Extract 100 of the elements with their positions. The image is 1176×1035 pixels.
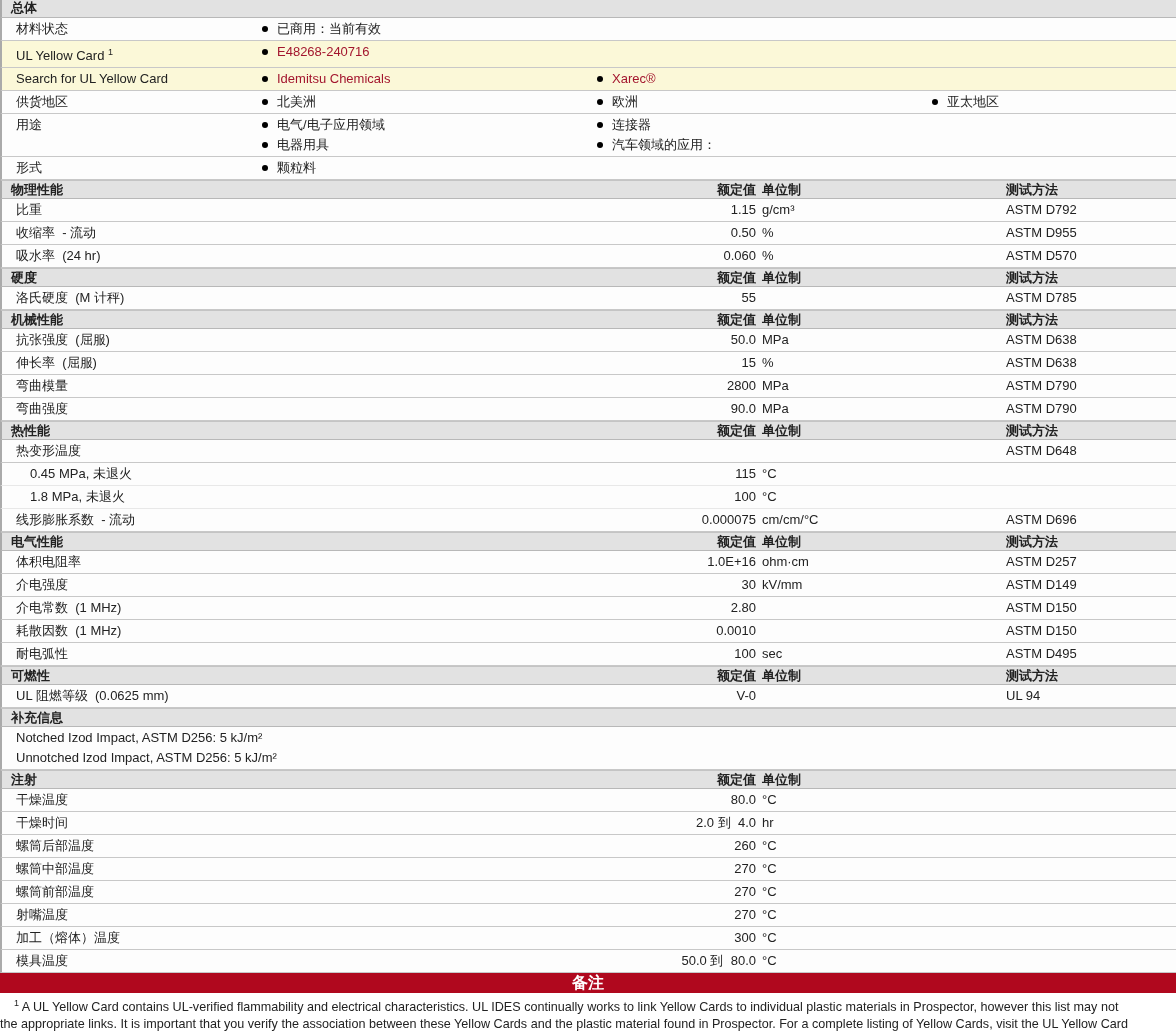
property-name: 抗张强度 (屈服) [15, 331, 111, 350]
bullet-icon [597, 142, 603, 149]
property-name: 螺筒中部温度 [15, 860, 95, 879]
link[interactable]: Xarec® [612, 70, 656, 89]
unit-label: % [761, 247, 775, 266]
section-title: 热性能 [10, 422, 51, 440]
property-value: 115 [734, 465, 756, 484]
column-header: 单位制 [761, 533, 802, 551]
remarks-title: 备注 [572, 974, 604, 992]
unit-label: °C [761, 488, 778, 507]
property-name: 加工（熔体）温度 [15, 929, 121, 948]
property-name: UL 阻燃等级 (0.0625 mm) [15, 687, 170, 706]
unit-label: °C [761, 929, 778, 948]
property-name: 体积电阻率 [15, 553, 82, 572]
test-method: UL 94 [1006, 687, 1042, 706]
property-value: 15 [740, 354, 756, 373]
test-method: ASTM D648 [1006, 442, 1078, 461]
section-title: 硬度 [10, 269, 38, 287]
list-item-text: 电器用具 [277, 136, 329, 155]
property-value: 1.0E+16 [706, 553, 756, 572]
section-title: 可燃性 [10, 667, 51, 685]
list-item-text: 汽车领域的应用： [612, 136, 716, 155]
column-header: 额定值 [716, 667, 756, 685]
property-name: 比重 [15, 201, 43, 220]
property-name: 吸水率 (24 hr) [15, 247, 102, 266]
link[interactable]: Idemitsu Chemicals [277, 70, 391, 89]
unit-label: sec [761, 645, 784, 664]
property-value: 30 [740, 576, 756, 595]
column-header: 单位制 [761, 771, 802, 789]
property-value: 50.0 到 80.0 [680, 952, 756, 971]
column-header: 测试方法 [1006, 311, 1059, 329]
column-header: 单位制 [761, 422, 802, 440]
column-header: 测试方法 [1006, 269, 1059, 287]
property-value: 260 [733, 837, 756, 856]
test-method: ASTM D149 [1006, 576, 1078, 595]
note-text: Unnotched Izod Impact, ASTM D256: 5 kJ/m² [15, 749, 278, 768]
bullet-icon [262, 142, 268, 149]
list-item-text: 颗粒料 [277, 159, 316, 178]
property-name: 介电强度 [15, 576, 69, 595]
property-name: 耐电弧性 [15, 645, 69, 664]
column-header: 测试方法 [1006, 422, 1059, 440]
column-header: 单位制 [761, 311, 802, 329]
test-method: ASTM D570 [1006, 247, 1078, 266]
section-title: 机械性能 [9, 311, 64, 329]
property-name: 射嘴温度 [15, 906, 69, 925]
list-item-text: 北美洲 [277, 93, 316, 112]
column-header: 测试方法 [1006, 181, 1059, 199]
property-name: 介电常数 (1 MHz) [15, 599, 123, 618]
property-name: 0.45 MPa, 未退火 [29, 465, 133, 484]
unit-label: °C [761, 837, 778, 856]
unit-label: cm/cm/°C [761, 511, 820, 530]
bullet-icon [262, 76, 268, 83]
property-name: 1.8 MPa, 未退火 [29, 488, 126, 507]
property-name: 材料状态 [15, 20, 69, 38]
property-name: 弯曲强度 [15, 400, 69, 419]
bullet-icon [262, 122, 268, 129]
property-value: 270 [733, 906, 756, 925]
property-name: 模具温度 [15, 952, 69, 971]
property-value: 300 [733, 929, 756, 948]
property-value: 0.0010 [715, 622, 756, 641]
bullet-icon [932, 99, 938, 106]
bullet-icon [262, 165, 268, 172]
property-value: 2800 [726, 377, 756, 396]
test-method: ASTM D150 [1006, 599, 1078, 618]
column-header: 单位制 [761, 269, 802, 287]
test-method: ASTM D790 [1006, 377, 1078, 396]
test-method: ASTM D785 [1006, 289, 1078, 308]
property-value: 0.060 [722, 247, 756, 266]
unit-label: g/cm³ [761, 201, 796, 220]
column-header: 单位制 [761, 667, 802, 685]
column-header: 额定值 [716, 269, 756, 287]
property-value: 100 [733, 645, 756, 664]
test-method: ASTM D790 [1006, 400, 1078, 419]
property-value: 1.15 [729, 201, 756, 220]
property-name: 耗散因数 (1 MHz) [15, 622, 123, 641]
property-name: 热变形温度 [15, 442, 82, 461]
bullet-icon [262, 99, 268, 106]
link[interactable]: E48268-240716 [277, 43, 370, 61]
property-name: 螺筒后部温度 [15, 837, 95, 856]
column-header: 额定值 [716, 771, 756, 789]
column-header: 额定值 [716, 533, 756, 551]
list-item-text: 欧洲 [612, 93, 638, 112]
column-header: 单位制 [761, 181, 802, 199]
column-header: 测试方法 [1006, 533, 1059, 551]
property-name: 用途 [15, 116, 43, 135]
note-text: Notched Izod Impact, ASTM D256: 5 kJ/m² [15, 729, 264, 748]
unit-label: MPa [761, 331, 790, 350]
footnote-text: $^{1}$ A UL Yellow Card contains UL-verified flammability and electrical characteristics. UL IDES continually works to link Yellow Cards to individual plastic materials in Prospector, however this list may not [13, 997, 1120, 1016]
test-method: ASTM D150 [1006, 622, 1078, 641]
property-value: 0.000075 [700, 511, 756, 530]
property-value: 2.0 到 4.0 [695, 814, 756, 833]
bullet-icon [262, 26, 268, 32]
property-value: 50.0 [729, 331, 756, 350]
unit-label: hr [761, 814, 775, 833]
column-header: 额定值 [716, 311, 756, 329]
bullet-icon [597, 122, 603, 129]
test-method: ASTM D495 [1006, 645, 1078, 664]
unit-label: °C [761, 465, 778, 484]
property-value: 55 [740, 289, 756, 308]
property-name: 收缩率 - 流动 [15, 224, 98, 243]
